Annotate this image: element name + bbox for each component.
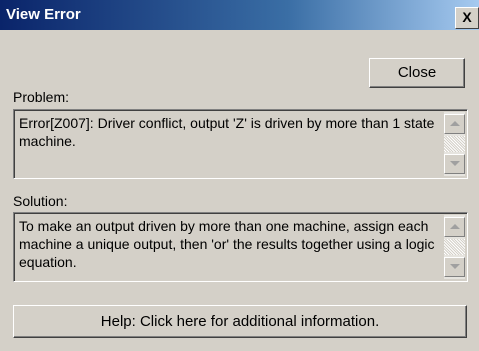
scroll-up-arrow-icon xyxy=(450,121,460,126)
scroll-up-arrow-icon xyxy=(450,224,460,229)
problem-label: Problem: xyxy=(13,89,70,105)
window-title: View Error xyxy=(6,6,81,23)
solution-scroll-track[interactable] xyxy=(444,239,465,255)
help-button[interactable]: Help: Click here for additional informat… xyxy=(13,305,467,338)
problem-scroll-track[interactable] xyxy=(444,136,465,152)
title-close-button[interactable]: X xyxy=(455,7,479,29)
problem-textbox[interactable]: Error[Z007]: Driver conflict, output 'Z'… xyxy=(13,109,468,179)
problem-scroll-up-button[interactable] xyxy=(444,114,465,134)
close-icon: X xyxy=(462,9,472,25)
problem-scrollbar[interactable] xyxy=(444,112,465,176)
title-bar: View Error X xyxy=(0,0,479,30)
problem-text: Error[Z007]: Driver conflict, output 'Z'… xyxy=(19,115,435,149)
solution-text: To make an output driven by more than on… xyxy=(19,218,435,270)
close-button[interactable]: Close xyxy=(369,58,465,88)
solution-textbox[interactable]: To make an output driven by more than on… xyxy=(13,212,468,282)
problem-scroll-down-button[interactable] xyxy=(444,154,465,174)
solution-label: Solution: xyxy=(13,193,68,209)
view-error-dialog: View Error X Close Problem: Error[Z007]:… xyxy=(0,0,479,351)
solution-scroll-down-button[interactable] xyxy=(444,257,465,277)
solution-scroll-up-button[interactable] xyxy=(444,217,465,237)
scroll-down-arrow-icon xyxy=(450,161,460,166)
scroll-down-arrow-icon xyxy=(450,264,460,269)
solution-scrollbar[interactable] xyxy=(444,215,465,279)
